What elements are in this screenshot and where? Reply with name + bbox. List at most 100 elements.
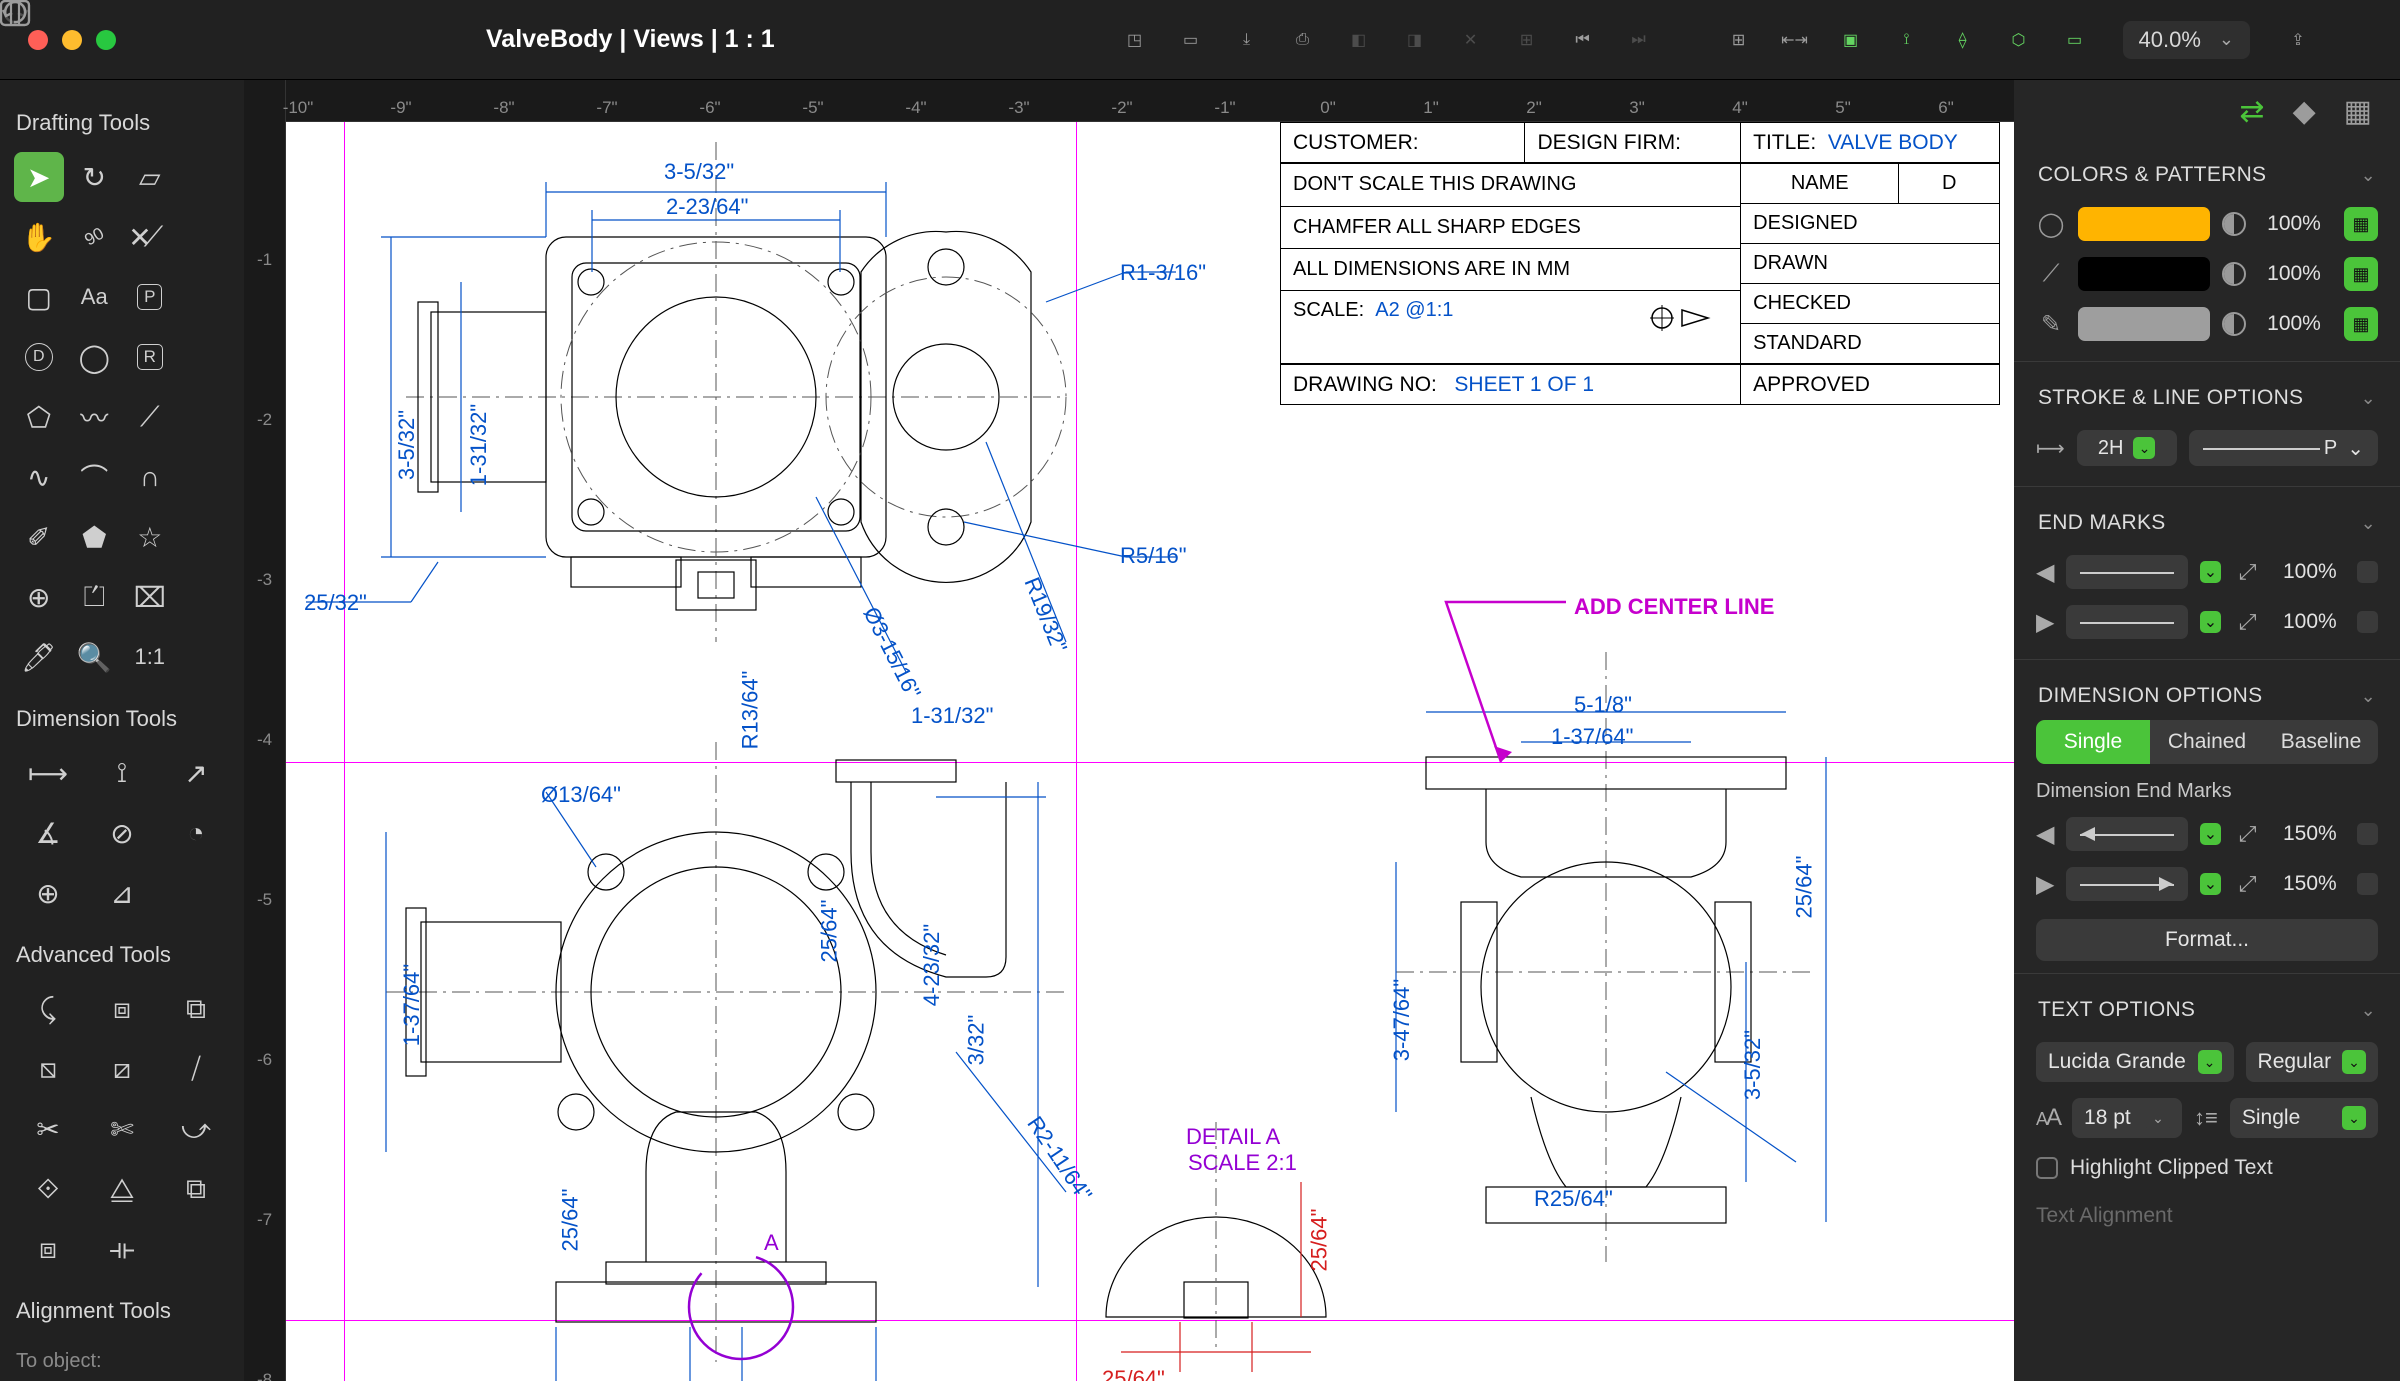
angle-dimension-tool[interactable]: ∡ [14, 808, 82, 858]
scan-tool[interactable]: ⧈ [14, 1224, 82, 1274]
center-mark-tool[interactable]: ⊕ [14, 868, 82, 918]
highlight-clipped-checkbox[interactable]: Highlight Clipped Text [2014, 1146, 2400, 1190]
scissors-tool[interactable]: ✄ [88, 1104, 156, 1154]
stroke-section-header[interactable]: STROKE & LINE OPTIONS⌄ [2014, 374, 2400, 422]
eyedropper-tool[interactable]: 🖊 [14, 632, 64, 682]
fill-color-swatch[interactable] [2078, 207, 2210, 241]
text-options-header[interactable]: TEXT OPTIONS⌄ [2014, 986, 2400, 1034]
redo-icon[interactable] [420, 22, 456, 58]
horizontal-dimension-tool[interactable]: ⟼ [14, 748, 82, 798]
forward-icon[interactable]: ⏭ [1621, 22, 1657, 58]
line-tool[interactable]: ⟋ [125, 392, 175, 442]
print-icon[interactable]: ⎙ [1285, 22, 1321, 58]
font-family-select[interactable]: Lucida Grande⌄ [2036, 1042, 2234, 1082]
format-button[interactable]: Format... [2036, 919, 2378, 961]
pen-weight-select[interactable]: 2H⌄ [2077, 430, 2177, 466]
dim-end-scale[interactable]: 150% [2274, 872, 2345, 896]
sidebar-toggle-icon[interactable] [312, 22, 348, 58]
rewind-icon[interactable]: ⏮ [1565, 22, 1601, 58]
fill-opacity[interactable]: 100% [2256, 212, 2332, 236]
param-tool[interactable]: P [125, 272, 175, 322]
pattern-tool[interactable]: ⟐ [14, 1164, 82, 1214]
shadow-mode-button[interactable]: ▦ [2344, 307, 2378, 341]
bounds-icon[interactable]: ▣ [1833, 22, 1869, 58]
dim-start-scale[interactable]: 150% [2274, 822, 2345, 846]
guides-icon[interactable]: ⟠ [1945, 22, 1981, 58]
fullscreen-window-icon[interactable] [96, 30, 116, 50]
outline-icon[interactable]: ⬡ [2001, 22, 2037, 58]
trim-tool[interactable]: ✕⟋ [125, 212, 175, 262]
dim-start-endmark-select[interactable] [2066, 817, 2188, 851]
distribute-tool[interactable]: ⟛ [88, 1224, 156, 1274]
ellipse-tool[interactable]: ◯ [70, 332, 120, 382]
shear-tool[interactable]: ▱ [125, 152, 175, 202]
arc1-tool[interactable]: ⌒ [70, 452, 120, 502]
tool-c-icon[interactable]: ✕ [1453, 22, 1489, 58]
angle-tool[interactable]: 90 [70, 212, 120, 262]
inset-tool[interactable]: ⧈ [88, 984, 156, 1034]
datum-tool[interactable]: D [14, 332, 64, 382]
revision-tool[interactable]: R [125, 332, 175, 382]
tool-b-icon[interactable]: ◨ [1397, 22, 1433, 58]
mirror-tool[interactable]: ⧋ [88, 1164, 156, 1214]
close-window-icon[interactable] [28, 30, 48, 50]
subtract-tool[interactable]: ⧄ [88, 1044, 156, 1094]
save-icon[interactable]: ⤓ [1229, 22, 1265, 58]
tool-d-icon[interactable]: ⊞ [1509, 22, 1545, 58]
vertical-dimension-tool[interactable]: ⟟ [88, 748, 156, 798]
share-icon[interactable]: ⇪ [2280, 22, 2316, 58]
style-tab-icon[interactable]: ⇄ [2239, 94, 2264, 129]
erase-tool[interactable]: ⌧ [125, 572, 175, 622]
aligned-dimension-tool[interactable]: ↗ [162, 748, 230, 798]
rectangle-tool[interactable]: ▢ [14, 272, 64, 322]
rotate-tool[interactable]: ↻ [70, 152, 120, 202]
tool-a-icon[interactable]: ◧ [1341, 22, 1377, 58]
polygon-tool[interactable]: ⬠ [14, 392, 64, 442]
dimension-mode-segment[interactable]: Single Chained Baseline [2036, 720, 2378, 764]
drawing-canvas[interactable]: 3-5/32" 2-23/64" 3-5/32" 1-31/32" 25/32"… [286, 122, 2014, 1381]
cut-tool[interactable]: ✂ [14, 1104, 82, 1154]
layers-tab-icon[interactable]: ◆ [2293, 94, 2316, 129]
end-endmark-select[interactable] [2066, 605, 2188, 639]
snap-icon[interactable]: ⇤⇥ [1777, 22, 1813, 58]
shadow-color-swatch[interactable] [2078, 307, 2210, 341]
outset-tool[interactable]: ⧉ [162, 984, 230, 1034]
zoom-level[interactable]: 40.0% ⌄ [2123, 21, 2250, 59]
angle2-tool[interactable]: ⊿ [88, 868, 156, 918]
preview-icon[interactable]: ▭ [2057, 22, 2093, 58]
radius-dimension-tool[interactable]: ◔ [162, 808, 230, 858]
mode-single[interactable]: Single [2036, 720, 2150, 764]
text-tool[interactable]: Aa [70, 272, 120, 322]
curve-tool[interactable]: ⤻ [162, 1104, 230, 1154]
endmarks-section-header[interactable]: END MARKS⌄ [2014, 499, 2400, 547]
arc2-tool[interactable]: ∩ [125, 452, 175, 502]
font-size-input[interactable]: 18 pt⌄ [2072, 1098, 2182, 1138]
stroke-color-swatch[interactable] [2078, 257, 2210, 291]
end-endmark-scale[interactable]: 100% [2274, 610, 2345, 634]
minimize-window-icon[interactable] [62, 30, 82, 50]
new-doc-icon[interactable]: ◳ [1117, 22, 1153, 58]
zoom-tool[interactable]: 🔍 [70, 632, 120, 682]
link-tool[interactable]: ⧉ [162, 1164, 230, 1214]
direct-select-tool[interactable]: ⤹ [14, 984, 82, 1034]
dim-end-endmark-select[interactable] [2066, 867, 2188, 901]
line-style-select[interactable]: P⌄ [2189, 430, 2378, 466]
bezier-tool[interactable]: ∿ [14, 452, 64, 502]
hand-tool[interactable]: ✋ [14, 212, 64, 262]
star-tool[interactable]: ☆ [125, 512, 175, 562]
dimension-options-header[interactable]: DIMENSION OPTIONS⌄ [2014, 672, 2400, 720]
open-icon[interactable]: ▭ [1173, 22, 1209, 58]
colors-section-header[interactable]: COLORS & PATTERNS⌄ [2014, 151, 2400, 199]
start-endmark-select[interactable] [2066, 555, 2188, 589]
polyline-tool[interactable]: 〰 [70, 392, 120, 442]
union-tool[interactable]: ⧅ [14, 1044, 82, 1094]
grid-tab-icon[interactable]: ▦ [2344, 94, 2372, 129]
skew-tool[interactable]: ⧸ [162, 1044, 230, 1094]
stroke-opacity[interactable]: 100% [2256, 262, 2332, 286]
start-endmark-scale[interactable]: 100% [2274, 560, 2345, 584]
mode-baseline[interactable]: Baseline [2264, 720, 2378, 764]
line-spacing-select[interactable]: Single⌄ [2230, 1098, 2378, 1138]
actual-size-tool[interactable]: 1:1 [125, 632, 175, 682]
shadow-opacity[interactable]: 100% [2256, 312, 2332, 336]
stroke-mode-button[interactable]: ▦ [2344, 257, 2378, 291]
